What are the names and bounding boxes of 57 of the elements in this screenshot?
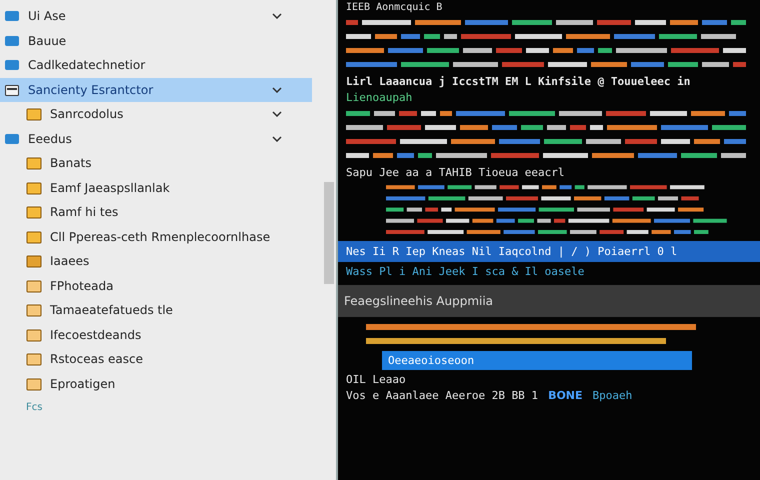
item-label: FPhoteada xyxy=(50,278,114,293)
item-label: Cll Ppereas-ceth Rmenplecoornlhase xyxy=(50,230,270,244)
section-label: OIL Leaao xyxy=(346,373,407,386)
terminal-line: Sapu Jee aa a TAHIB Tioeua eeacrl xyxy=(346,166,566,179)
folder-icon xyxy=(26,106,42,122)
terminal-header: IEEB Aonmcquic B xyxy=(346,2,444,13)
sidebar-item[interactable]: Ui Ase xyxy=(0,4,312,28)
item-label: Rstoceas easce xyxy=(50,352,144,366)
sidebar-item[interactable]: Sancienty Esrantctor xyxy=(0,78,312,102)
item-label: Ramf hi tes xyxy=(50,205,118,220)
result-label: Bpoaeh xyxy=(592,389,632,402)
sidebar-item[interactable]: Banats xyxy=(0,151,312,176)
item-label: Sancienty Esrantctor xyxy=(28,82,154,97)
folder-icon xyxy=(26,302,42,318)
folder-icon xyxy=(26,228,42,245)
folder-icon xyxy=(26,376,42,392)
sidebar-item[interactable]: Sanrcodolus xyxy=(0,102,312,126)
sidebar-item[interactable]: Cll Ppereas-ceth Rmenplecoornlhase xyxy=(0,224,312,249)
folder-icon xyxy=(26,155,42,172)
sidebar-item[interactable]: Ifecoestdeands xyxy=(0,322,312,347)
item-label: Eproatigen xyxy=(50,376,116,391)
item-label: Eeedus xyxy=(28,132,72,146)
terminal-subheading: Lienoaupah xyxy=(346,91,414,104)
item-label: Banats xyxy=(50,156,92,170)
item-label: Ui Ase xyxy=(28,9,66,24)
terminal-heading: Lirl Laaancua j IccstTM EM L Kinfsile @ Touueleec in xyxy=(346,75,692,88)
item-label: Bauue xyxy=(28,34,66,48)
item-label: Ifecoestdeands xyxy=(50,328,142,342)
folder-icon xyxy=(26,351,42,368)
terminal-title-bar: Nes Ii R Iep Kneas Nil Iaqcolnd | / ) Poiaerrl 0 l xyxy=(338,241,760,262)
result-line: Vos e Aaanlaee Aeeroe 2B BB 1 xyxy=(346,389,538,402)
sidebar-item[interactable]: FPhoteada xyxy=(0,274,312,298)
folder-icon xyxy=(26,326,42,343)
folder-icon xyxy=(26,278,42,294)
sidebar-item[interactable]: Cadlkedatechnetior xyxy=(0,53,312,78)
item-label: Cadlkedatechnetior xyxy=(28,58,146,72)
sidebar-item[interactable]: Eamf Jaeaspsllanlak xyxy=(0,176,312,200)
item-label: Tamaeatefatueds tle xyxy=(50,303,173,318)
sidebar-item[interactable]: Eproatigen xyxy=(0,372,312,396)
scrollbar[interactable] xyxy=(324,182,334,284)
panel-title: Feaegslineehis Auppmiia xyxy=(338,285,760,317)
item-label: Iaaees xyxy=(50,254,90,268)
folder-icon xyxy=(26,204,42,220)
footer-label: Fcs xyxy=(26,402,44,413)
folder-icon xyxy=(26,180,42,196)
input-field[interactable]: Oeeaeoioseoon xyxy=(382,351,692,370)
sidebar-item[interactable]: Eeedus xyxy=(0,126,312,151)
sidebar-item[interactable]: Rstoceas easce xyxy=(0,347,312,372)
sidebar-item[interactable]: Tamaeatefatueds tle xyxy=(0,298,312,322)
status-label: BONE xyxy=(548,389,583,402)
terminal-status: Wass Pl i Ani Jeek I sca & Il oasele xyxy=(346,265,586,278)
sidebar-item[interactable]: Iaaees xyxy=(0,249,312,274)
sidebar-item[interactable]: Ramf hi tes xyxy=(0,200,312,224)
item-label: Sanrcodolus xyxy=(50,107,124,122)
item-label: Eamf Jaeaspsllanlak xyxy=(50,180,170,195)
folder-icon xyxy=(26,253,42,270)
sidebar-item[interactable]: Bauue xyxy=(0,28,312,53)
